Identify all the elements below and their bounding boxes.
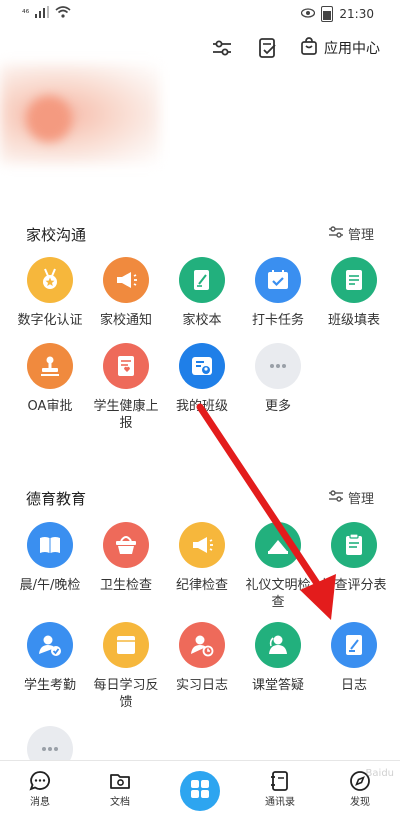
notebook-icon	[179, 257, 225, 303]
nav-label: 发现	[350, 797, 370, 808]
app-moral-1[interactable]: 卫生检查	[88, 522, 164, 594]
status-right: 21:30	[301, 6, 374, 22]
app-hs-0[interactable]: 数字化认证	[12, 257, 88, 329]
folder-icon	[90, 769, 150, 793]
nav-label: 通讯录	[265, 797, 295, 808]
bag-icon	[299, 36, 319, 60]
app-label: 礼仪文明检查	[245, 578, 311, 610]
watermark: Baidu	[365, 768, 394, 779]
battery-icon	[321, 6, 334, 22]
app-label: 家校通知	[99, 313, 152, 328]
app-hs-7[interactable]: 我的班级	[164, 343, 240, 415]
eye-icon	[301, 7, 316, 21]
manage-label: 管理	[347, 228, 374, 243]
app-hs-2[interactable]: 家校本	[164, 257, 240, 329]
app-label: 课堂答疑	[251, 678, 304, 693]
app-moral-8[interactable]: 课堂答疑	[240, 622, 316, 694]
wifi-icon	[55, 6, 71, 21]
grid-icon	[190, 779, 210, 803]
app-moral-6[interactable]: 每日学习反馈	[88, 622, 164, 711]
section-home-school-header: 家校沟通 管理	[26, 224, 378, 248]
section-title: 家校沟通	[26, 226, 87, 244]
app-hs-5[interactable]: OA审批	[12, 343, 88, 415]
app-center-button[interactable]: 应用中心	[299, 36, 380, 60]
app-label: 卫生检查	[99, 578, 152, 593]
nav-workspace-button[interactable]	[180, 771, 220, 811]
signal-icon	[35, 6, 50, 21]
nav-label: 文档	[110, 797, 130, 808]
settings-sliders-icon[interactable]	[210, 36, 234, 60]
app-label: 打卡任务	[251, 313, 304, 328]
section-moral-header: 德育教育 管理	[26, 488, 378, 512]
health-report-icon	[103, 343, 149, 389]
app-hs-1[interactable]: 家校通知	[88, 257, 164, 329]
app-label: 日志	[340, 678, 367, 693]
signal-text: ⁴⁶	[22, 8, 30, 19]
app-label: 纪律检查	[175, 578, 228, 593]
megaphone-icon	[179, 522, 225, 568]
app-hs-6[interactable]: 学生健康上报	[88, 343, 164, 432]
manage-button[interactable]: 管理	[328, 224, 374, 243]
app-moral-3[interactable]: 礼仪文明检查	[240, 522, 316, 611]
top-bar: 应用中心	[0, 30, 400, 70]
feedback-icon	[103, 622, 149, 668]
app-label: 检查评分表	[321, 578, 387, 593]
qa-icon	[255, 622, 301, 668]
app-label: 晨/午/晚检	[19, 578, 81, 593]
manage-button[interactable]: 管理	[328, 488, 374, 507]
status-time: 21:30	[339, 7, 374, 21]
app-moral-0[interactable]: 晨/午/晚检	[12, 522, 88, 594]
app-label: OA审批	[27, 399, 73, 414]
book-icon	[27, 522, 73, 568]
more-icon	[255, 343, 301, 389]
log-icon	[331, 622, 377, 668]
nav-documents[interactable]: 文档	[90, 769, 150, 808]
attendance-icon	[27, 622, 73, 668]
app-moral-2[interactable]: 纪律检查	[164, 522, 240, 594]
manage-sliders-icon	[328, 489, 344, 507]
app-label: 学生健康上报	[93, 399, 159, 431]
status-left: ⁴⁶	[22, 6, 71, 21]
basket-icon	[103, 522, 149, 568]
app-hs-4[interactable]: 班级填表	[316, 257, 392, 329]
app-moral-9[interactable]: 日志	[316, 622, 392, 694]
app-moral-7[interactable]: 实习日志	[164, 622, 240, 694]
clipboard-icon	[331, 522, 377, 568]
app-label: 学生考勤	[23, 678, 76, 693]
app-center-label: 应用中心	[324, 41, 380, 57]
manage-sliders-icon	[328, 225, 344, 243]
app-moral-5[interactable]: 学生考勤	[12, 622, 88, 694]
etiquette-icon	[255, 522, 301, 568]
nav-label: 消息	[30, 797, 50, 808]
nav-contacts[interactable]: 通讯录	[250, 769, 310, 808]
message-icon	[10, 769, 70, 793]
megaphone-icon	[103, 257, 149, 303]
manage-label: 管理	[347, 492, 374, 507]
app-label: 数字化认证	[17, 313, 83, 328]
app-moral-4[interactable]: 检查评分表	[316, 522, 392, 594]
section-title: 德育教育	[26, 490, 87, 508]
app-label: 更多	[264, 399, 291, 414]
nav-messages[interactable]: 消息	[10, 769, 70, 808]
intern-log-icon	[179, 622, 225, 668]
contacts-icon	[250, 769, 310, 793]
app-label: 我的班级	[175, 399, 228, 414]
stamp-icon	[27, 343, 73, 389]
app-label: 班级填表	[327, 313, 380, 328]
status-bar: ⁴⁶ 21:30	[0, 0, 400, 28]
calendar-check-icon	[255, 257, 301, 303]
app-label: 每日学习反馈	[93, 678, 159, 710]
class-icon	[179, 343, 225, 389]
medal-icon	[27, 257, 73, 303]
app-label: 实习日志	[175, 678, 228, 693]
app-hs-3[interactable]: 打卡任务	[240, 257, 316, 329]
app-hs-8[interactable]: 更多	[240, 343, 316, 415]
form-icon	[331, 257, 377, 303]
bottom-nav: 消息 文档 通讯录 发现	[0, 760, 400, 816]
task-check-icon[interactable]	[256, 36, 280, 60]
app-label: 家校本	[182, 313, 222, 328]
